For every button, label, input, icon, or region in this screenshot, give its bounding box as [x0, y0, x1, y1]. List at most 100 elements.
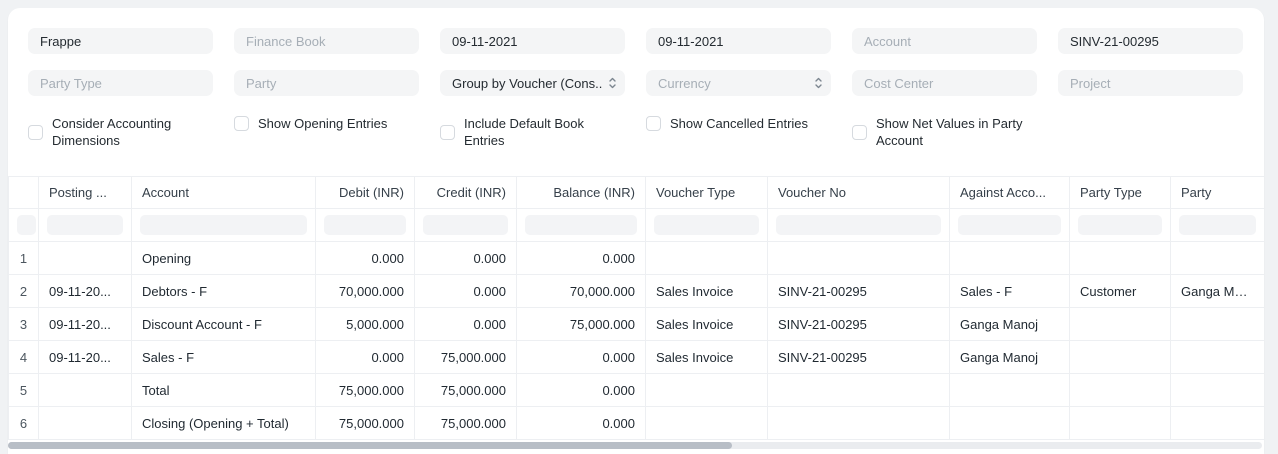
checkbox-consider-accounting-dimensions[interactable]: Consider Accounting Dimensions: [28, 115, 213, 149]
column-filter-input-voucher-type[interactable]: [654, 215, 759, 235]
cell-party-type[interactable]: [1070, 242, 1171, 275]
cell-voucher-type[interactable]: Sales Invoice: [646, 275, 768, 308]
cell-account[interactable]: Discount Account - F: [132, 308, 316, 341]
cell-party-type[interactable]: [1070, 407, 1171, 440]
column-filter-input-party[interactable]: [1179, 215, 1256, 235]
checkbox-box-icon[interactable]: [28, 125, 43, 140]
cell-voucher-no[interactable]: [768, 242, 950, 275]
cell-against-account[interactable]: [950, 374, 1070, 407]
filter-input-project[interactable]: Project: [1058, 70, 1243, 96]
cell-debit[interactable]: 0.000: [316, 242, 415, 275]
cell-balance[interactable]: 0.000: [517, 374, 646, 407]
filter-input-voucher-no[interactable]: SINV-21-00295: [1058, 28, 1243, 54]
column-header-credit[interactable]: Credit (INR): [415, 177, 517, 209]
cell-debit[interactable]: 70,000.000: [316, 275, 415, 308]
column-header-debit[interactable]: Debit (INR): [316, 177, 415, 209]
filter-input-to-date[interactable]: 09-11-2021: [646, 28, 831, 54]
filter-input-party[interactable]: Party: [234, 70, 419, 96]
cell-posting-date[interactable]: 09-11-20...: [39, 341, 132, 374]
cell-posting-date[interactable]: 09-11-20...: [39, 275, 132, 308]
cell-voucher-type[interactable]: [646, 242, 768, 275]
cell-balance[interactable]: 0.000: [517, 341, 646, 374]
cell-against-account[interactable]: Sales - F: [950, 275, 1070, 308]
cell-party-type[interactable]: [1070, 374, 1171, 407]
horizontal-scrollbar-track[interactable]: [8, 442, 1262, 449]
cell-voucher-no[interactable]: [768, 407, 950, 440]
cell-against-account[interactable]: Ganga Manoj: [950, 341, 1070, 374]
cell-voucher-no[interactable]: SINV-21-00295: [768, 275, 950, 308]
column-header-party-type[interactable]: Party Type: [1070, 177, 1171, 209]
cell-account[interactable]: Opening: [132, 242, 316, 275]
column-filter-input-balance[interactable]: [525, 215, 637, 235]
row-index-cell[interactable]: 5: [9, 374, 39, 407]
cell-party[interactable]: Ganga Manoj: [1171, 275, 1265, 308]
filter-input-company[interactable]: Frappe: [28, 28, 213, 54]
cell-posting-date[interactable]: [39, 374, 132, 407]
column-filter-input-party-type[interactable]: [1078, 215, 1162, 235]
checkbox-box-icon[interactable]: [440, 125, 455, 140]
checkbox-show-net-values-in-party-account[interactable]: Show Net Values in Party Account: [852, 115, 1037, 149]
cell-credit[interactable]: 75,000.000: [415, 341, 517, 374]
column-header-party[interactable]: Party: [1171, 177, 1265, 209]
cell-party-type[interactable]: [1070, 341, 1171, 374]
column-header-against-account[interactable]: Against Acco...: [950, 177, 1070, 209]
cell-voucher-type[interactable]: Sales Invoice: [646, 341, 768, 374]
row-index-cell[interactable]: 2: [9, 275, 39, 308]
cell-credit[interactable]: 0.000: [415, 308, 517, 341]
cell-party[interactable]: [1171, 407, 1265, 440]
cell-voucher-type[interactable]: [646, 374, 768, 407]
cell-credit[interactable]: 0.000: [415, 275, 517, 308]
column-filter-input-against-account[interactable]: [958, 215, 1061, 235]
column-filter-input-posting-date[interactable]: [47, 215, 123, 235]
checkbox-box-icon[interactable]: [646, 116, 661, 131]
cell-posting-date[interactable]: [39, 242, 132, 275]
checkbox-show-cancelled-entries[interactable]: Show Cancelled Entries: [646, 115, 831, 132]
cell-balance[interactable]: 70,000.000: [517, 275, 646, 308]
column-header-row-index[interactable]: [9, 177, 39, 209]
checkbox-include-default-book-entries[interactable]: Include Default Book Entries: [440, 115, 625, 149]
cell-credit[interactable]: 75,000.000: [415, 407, 517, 440]
column-filter-input-voucher-no[interactable]: [776, 215, 941, 235]
cell-account[interactable]: Closing (Opening + Total): [132, 407, 316, 440]
cell-debit[interactable]: 0.000: [316, 341, 415, 374]
cell-account[interactable]: Total: [132, 374, 316, 407]
filter-input-finance-book[interactable]: Finance Book: [234, 28, 419, 54]
cell-party[interactable]: [1171, 374, 1265, 407]
column-filter-input-account[interactable]: [140, 215, 307, 235]
cell-party[interactable]: [1171, 242, 1265, 275]
cell-party-type[interactable]: Customer: [1070, 275, 1171, 308]
column-filter-input-credit[interactable]: [423, 215, 508, 235]
cell-voucher-no[interactable]: SINV-21-00295: [768, 308, 950, 341]
cell-debit[interactable]: 5,000.000: [316, 308, 415, 341]
cell-voucher-type[interactable]: Sales Invoice: [646, 308, 768, 341]
column-header-balance[interactable]: Balance (INR): [517, 177, 646, 209]
cell-credit[interactable]: 0.000: [415, 242, 517, 275]
row-index-cell[interactable]: 6: [9, 407, 39, 440]
column-filter-input-debit[interactable]: [324, 215, 406, 235]
row-index-cell[interactable]: 4: [9, 341, 39, 374]
column-filter-input-row-index[interactable]: [17, 215, 36, 235]
row-index-cell[interactable]: 3: [9, 308, 39, 341]
cell-against-account[interactable]: [950, 242, 1070, 275]
filter-input-party-type[interactable]: Party Type: [28, 70, 213, 96]
column-header-voucher-no[interactable]: Voucher No: [768, 177, 950, 209]
filter-input-cost-center[interactable]: Cost Center: [852, 70, 1037, 96]
cell-voucher-no[interactable]: [768, 374, 950, 407]
checkbox-box-icon[interactable]: [852, 125, 867, 140]
cell-voucher-type[interactable]: [646, 407, 768, 440]
column-header-account[interactable]: Account: [132, 177, 316, 209]
cell-voucher-no[interactable]: SINV-21-00295: [768, 341, 950, 374]
cell-balance[interactable]: 75,000.000: [517, 308, 646, 341]
column-header-posting-date[interactable]: Posting ...: [39, 177, 132, 209]
cell-party-type[interactable]: [1070, 308, 1171, 341]
cell-party[interactable]: [1171, 341, 1265, 374]
cell-posting-date[interactable]: 09-11-20...: [39, 308, 132, 341]
cell-debit[interactable]: 75,000.000: [316, 374, 415, 407]
row-index-cell[interactable]: 1: [9, 242, 39, 275]
cell-against-account[interactable]: [950, 407, 1070, 440]
cell-balance[interactable]: 0.000: [517, 242, 646, 275]
checkbox-box-icon[interactable]: [234, 116, 249, 131]
filter-input-currency[interactable]: Currency: [646, 70, 831, 96]
cell-balance[interactable]: 0.000: [517, 407, 646, 440]
cell-account[interactable]: Sales - F: [132, 341, 316, 374]
